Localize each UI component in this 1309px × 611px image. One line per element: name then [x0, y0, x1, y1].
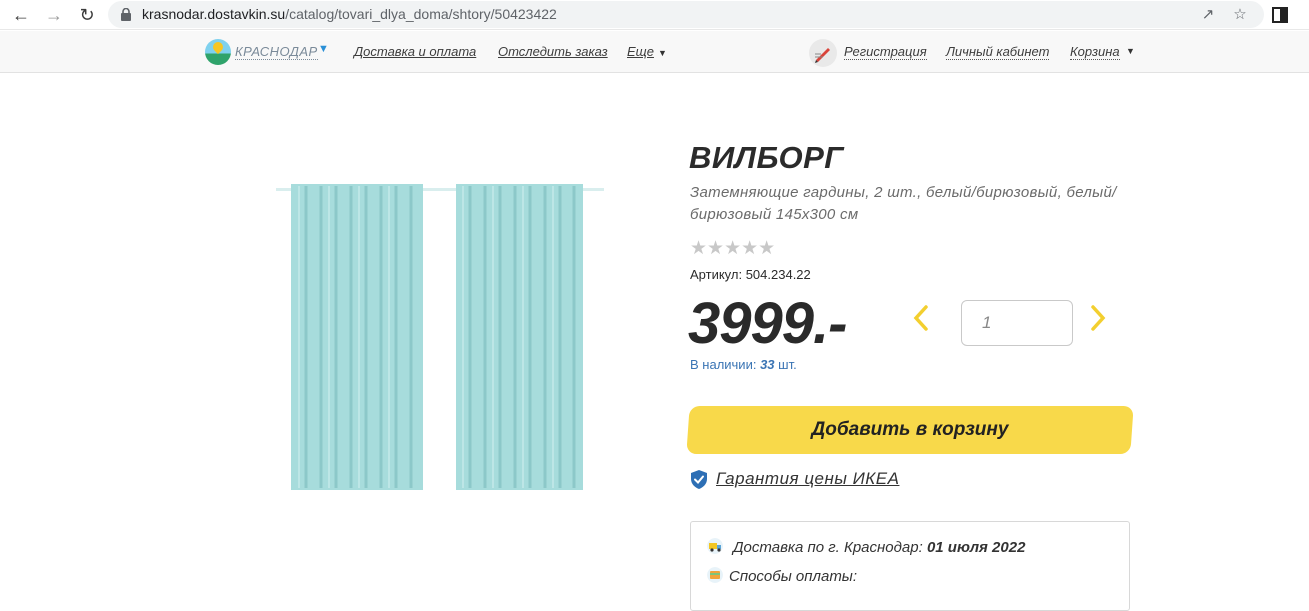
- site-header: КРАСНОДАР ▼ Доставка и оплата Отследить …: [0, 31, 1309, 73]
- stock-label: В наличии:: [690, 357, 757, 372]
- add-to-cart-button[interactable]: Добавить в корзину: [686, 406, 1134, 454]
- wallet-icon: [707, 567, 723, 583]
- back-arrow-icon[interactable]: ←: [10, 4, 32, 26]
- address-bar[interactable]: krasnodar.dostavkin.su/catalog/tovari_dl…: [108, 1, 1264, 28]
- delivery-line: Доставка по г. Краснодар: 01 июля 2022: [733, 539, 1025, 556]
- sku-label: Артикул:: [690, 267, 743, 282]
- city-caret-icon[interactable]: ▼: [318, 43, 329, 55]
- delivery-date: 01 июля 2022: [926, 539, 1026, 556]
- chevron-down-icon: ▼: [657, 48, 667, 58]
- lock-icon: [121, 8, 131, 21]
- pencil-icon: [809, 39, 837, 67]
- forward-arrow-icon[interactable]: →: [43, 4, 65, 26]
- quantity-increase-chevron-right-icon[interactable]: [1087, 303, 1109, 333]
- side-panel-icon[interactable]: [1271, 6, 1289, 24]
- product-image: [276, 184, 604, 490]
- url-host: krasnodar.dostavkin.su: [142, 6, 286, 22]
- share-icon[interactable]: ↗: [1198, 5, 1218, 25]
- price-guarantee-link[interactable]: Гарантия цены ИКЕА: [716, 469, 899, 489]
- quantity-decrease-chevron-left-icon[interactable]: [910, 303, 932, 333]
- payment-methods-label: Способы оплаты:: [729, 568, 858, 585]
- add-to-cart-label: Добавить в корзину: [811, 419, 1009, 440]
- account-link[interactable]: Личный кабинет: [946, 44, 1050, 60]
- sku-value: 504.234.22: [745, 267, 811, 282]
- product-subtitle: Затемняющие гардины, 2 шт., белый/бирюзо…: [690, 184, 1117, 223]
- rating-stars[interactable]: ★★★★★: [690, 237, 775, 260]
- product-sku: Артикул: 504.234.22: [690, 267, 811, 282]
- url-text: krasnodar.dostavkin.su/catalog/tovari_dl…: [142, 6, 557, 22]
- city-selector[interactable]: КРАСНОДАР: [235, 44, 318, 60]
- product-title: ВИЛБОРГ: [689, 140, 844, 175]
- register-link[interactable]: Регистрация: [844, 44, 927, 60]
- cart-label: Корзина: [1070, 44, 1120, 59]
- cart-chevron-down-icon[interactable]: ▼: [1126, 46, 1135, 56]
- reload-icon[interactable]: ↻: [76, 4, 98, 26]
- quantity-input[interactable]: [961, 300, 1073, 346]
- bookmark-star-icon[interactable]: ☆: [1230, 5, 1250, 25]
- delivery-label: Доставка по г. Краснодар:: [733, 539, 923, 556]
- url-path: /catalog/tovari_dlya_doma/shtory/5042342…: [285, 6, 557, 22]
- shield-check-icon: [691, 470, 707, 489]
- stock-status: В наличии: 33 шт.: [690, 357, 797, 372]
- product-price: 3999.-: [688, 291, 847, 356]
- stock-count: 33: [760, 357, 775, 372]
- browser-toolbar: ← → ↻ krasnodar.dostavkin.su/catalog/tov…: [0, 0, 1309, 30]
- curtain-left: [291, 184, 423, 490]
- cart-menu[interactable]: Корзина: [1070, 44, 1120, 60]
- more-label: Еще: [627, 44, 654, 59]
- more-menu[interactable]: Еще ▼: [627, 44, 667, 59]
- delivery-truck-icon: [707, 538, 723, 554]
- delivery-link[interactable]: Доставка и оплата: [354, 44, 476, 59]
- location-pin-icon: [205, 39, 231, 65]
- stock-unit: шт.: [778, 357, 797, 372]
- track-order-link[interactable]: Отследить заказ: [498, 44, 608, 59]
- curtain-right: [456, 184, 583, 490]
